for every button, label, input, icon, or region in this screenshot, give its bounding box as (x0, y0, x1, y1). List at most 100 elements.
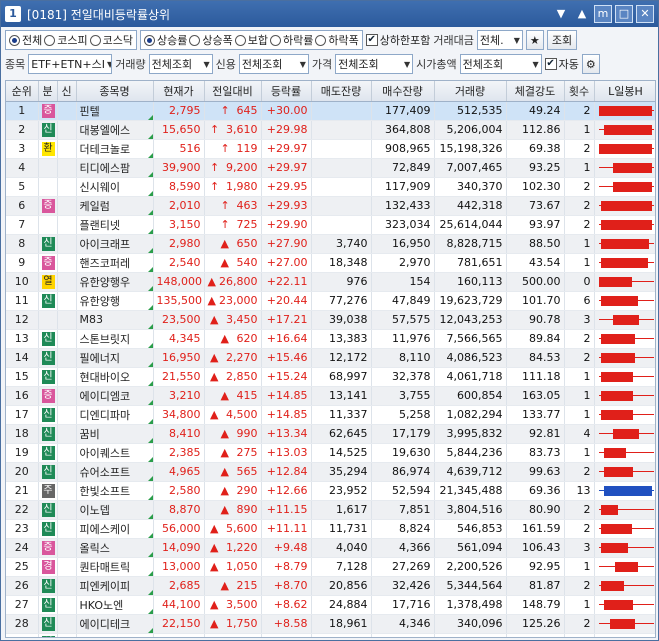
table-row[interactable]: 13 신 스톤브릿지 4,345 ▲ 620 +16.64 13,383 11,976 7,566… (6, 329, 655, 349)
table-row[interactable]: 23 신 피에스케이 56,000 ▲ 5,600 +11.11 11,731 8,824 546… (6, 519, 655, 539)
stock-name[interactable]: 에이디테크 (80, 618, 131, 631)
table-row[interactable]: 16 증 에이디엠코 3,210 ▲ 415 +14.85 13,141 3,755 600,85… (6, 386, 655, 406)
volume-cell: 7,007,465 (434, 158, 507, 178)
stock-name[interactable]: 신시웨이 (80, 181, 120, 194)
column-header[interactable]: 분 (38, 81, 58, 102)
stock-name[interactable]: 한빛소프트 (80, 485, 131, 498)
volume-amount-select[interactable]: 전체. ▼ (476, 30, 523, 50)
daily-candle-cell (594, 253, 655, 273)
stock-name[interactable]: 케일럼 (80, 200, 110, 213)
stock-name[interactable]: 아이크래프 (80, 238, 131, 251)
table-row[interactable]: 18 신 꿈비 8,410 ▲ 990 +13.34 62,645 17,179 3,995,83… (6, 424, 655, 444)
stock-name[interactable]: 퀀타매트릭 (80, 561, 131, 574)
radio-sort-rise-amount[interactable]: 상승폭 (189, 32, 233, 48)
stock-name[interactable]: 대봉엘에스 (80, 124, 131, 137)
maximize-icon[interactable]: □ (615, 5, 633, 23)
table-row[interactable]: 2 신 대봉엘에스 15,650 ↑ 3,610 +29.98 364,808 5,206,00… (6, 120, 655, 140)
column-header[interactable]: 체결강도 (506, 81, 565, 102)
column-header[interactable]: 매도잔량 (311, 81, 372, 102)
query-button[interactable]: 조회 (546, 30, 578, 50)
table-row[interactable]: 7 플랜티넷 3,150 ↑ 725 +29.90 323,034 25,614,044 93.… (6, 215, 655, 235)
column-header[interactable]: 거래량 (434, 81, 507, 102)
stock-name[interactable]: 피엔케이피 (80, 580, 131, 593)
market-cap-select[interactable]: 전체조회 ▼ (459, 54, 542, 74)
table-row[interactable]: 29신JW중외제약29,950▲2,350+8.517,0954,958311,… (6, 633, 655, 638)
stock-name[interactable]: 유한양행우 (80, 276, 131, 289)
trade-volume-select[interactable]: 전체조회 ▼ (148, 54, 213, 74)
column-header[interactable]: L일봉H (594, 81, 655, 102)
stock-name[interactable]: 유한양행 (80, 295, 120, 308)
table-row[interactable]: 25 경 퀀타매트릭 13,000 ▲ 1,050 +8.79 7,128 27,269 2,20… (6, 557, 655, 577)
column-header[interactable]: 종목명 (76, 81, 154, 102)
radio-market-kospi[interactable]: 코스피 (44, 32, 88, 48)
stock-name[interactable]: HKO노엔 (80, 599, 124, 612)
table-row[interactable]: 21 주 한빛소프트 2,580 ▲ 290 +12.66 23,952 52,594 21,34… (6, 481, 655, 501)
table-row[interactable]: 5 신시웨이 8,590 ↑ 1,980 +29.95 117,909 340,370 102.… (6, 177, 655, 197)
table-row[interactable]: 24 증 올릭스 14,090 ▲ 1,220 +9.48 4,040 4,366 561,094… (6, 538, 655, 558)
stock-name[interactable]: 현대바이오 (80, 371, 131, 384)
table-row[interactable]: 6 증 케일럼 2,010 ↑ 463 +29.93 132,433 442,318 73.67 2 (6, 196, 655, 216)
radio-sort-flat[interactable]: 보합 (234, 32, 268, 48)
column-header[interactable]: 현재가 (153, 81, 205, 102)
stock-name[interactable]: 꿈비 (80, 428, 100, 441)
table-row[interactable]: 11 신 유한양행 135,500 ▲ 23,000 +20.44 77,276 47,849 1… (6, 291, 655, 311)
auto-checkbox[interactable]: ✔ 자동 (544, 56, 579, 72)
stock-name[interactable]: 슈어소프트 (80, 466, 131, 479)
column-header[interactable]: 전일대비 (204, 81, 262, 102)
table-row[interactable]: 22 신 이노뎁 8,870 ▲ 890 +11.15 1,617 7,851 3,804,516… (6, 500, 655, 520)
table-row[interactable]: 15 신 현대바이오 21,550 ▲ 2,850 +15.24 68,997 32,378 4,… (6, 367, 655, 387)
column-header[interactable]: 순위 (6, 81, 39, 102)
column-header[interactable]: 신 (57, 81, 77, 102)
table-row[interactable]: 27 신 HKO노엔 44,100 ▲ 3,500 +8.62 24,884 17,716 1,3… (6, 595, 655, 615)
table-row[interactable]: 26 신 피엔케이피 2,685 ▲ 215 +8.70 20,856 32,426 5,344,… (6, 576, 655, 596)
menu-icon[interactable]: m (594, 5, 612, 23)
stock-name[interactable]: 디엔디파마 (80, 409, 131, 422)
scroll-up-icon[interactable]: ▲ (573, 5, 591, 23)
rank-cell: 12 (6, 310, 39, 330)
stock-name[interactable]: 더테크놀로 (80, 143, 131, 156)
column-header[interactable]: 등락률 (261, 81, 312, 102)
price-select[interactable]: 전체조회 ▼ (335, 54, 414, 74)
table-row[interactable]: 10 열 유한양행우 148,000 ▲ 26,800 +22.11 976 154 160,11… (6, 272, 655, 292)
radio-sort-fall-rate[interactable]: 하락률 (270, 32, 313, 48)
limit-include-checkbox[interactable]: ✔ 상하한포함 (365, 32, 430, 48)
credit-select[interactable]: 전체조회 ▼ (238, 54, 309, 74)
stock-name[interactable]: 이노뎁 (80, 504, 110, 517)
close-icon[interactable]: ✕ (636, 5, 654, 23)
table-row[interactable]: 19 신 아이퀘스트 2,385 ▲ 275 +13.03 14,525 19,630 5,844… (6, 443, 655, 463)
table-row[interactable]: 20 신 슈어소프트 4,965 ▲ 565 +12.84 35,294 86,974 4,639… (6, 462, 655, 482)
column-header[interactable]: 횟수 (564, 81, 595, 102)
scroll-down-icon[interactable]: ▼ (552, 5, 570, 23)
bid-remain-cell: 32,426 (371, 576, 435, 596)
table-row[interactable]: 9 증 핸즈코퍼레 2,540 ▲ 540 +27.00 18,348 2,970 781,651… (6, 253, 655, 273)
stock-name[interactable]: 아이퀘스트 (80, 447, 131, 460)
star-icon[interactable]: ★ (525, 30, 544, 50)
settings-gear-icon[interactable]: ⚙ (581, 54, 600, 74)
stock-name[interactable]: 티디에스팜 (80, 162, 131, 175)
column-header[interactable]: 매수잔량 (371, 81, 435, 102)
radio-sort-fall-amount[interactable]: 하락폭 (315, 32, 359, 48)
item-select[interactable]: ETF+ETN+스I▼ (28, 54, 113, 74)
table-row[interactable]: 8 신 아이크래프 2,980 ▲ 650 +27.90 3,740 16,950 8,828,7… (6, 234, 655, 254)
table-row[interactable]: 4 티디에스팜 39,900 ↑ 9,200 +29.97 72,849 7,007,465 9… (6, 158, 655, 178)
radio-market-kosdaq[interactable]: 코스닥 (89, 32, 133, 48)
stock-name[interactable]: 에이디엠코 (80, 390, 131, 403)
table-row[interactable]: 3 환 더테크놀로 516 ↑ 119 +29.97 908,965 15,198,326 69.… (6, 139, 655, 159)
stock-name[interactable]: 플랜티넷 (80, 219, 120, 232)
stock-name[interactable]: 피에스케이 (80, 523, 131, 536)
stock-name[interactable]: M83 (80, 313, 104, 326)
stock-name[interactable]: JW중외제약 (80, 637, 135, 638)
stock-name[interactable]: 핸즈코퍼레 (80, 257, 131, 270)
stock-name[interactable]: 올릭스 (80, 542, 110, 555)
table-row[interactable]: 28 신 에이디테크 22,150 ▲ 1,750 +8.58 18,961 4,346 340,… (6, 614, 655, 634)
radio-market-all[interactable]: 전체 (9, 32, 42, 48)
table-row[interactable]: 1 증 핀텔 2,795 ↑ 645 +30.00 177,409 512,535 49.24 2 (6, 101, 655, 121)
change-cell: ▲ 26,800 (204, 272, 262, 292)
table-row[interactable]: 17 신 디엔디파마 34,800 ▲ 4,500 +14.85 11,337 5,258 1,0… (6, 405, 655, 425)
stock-name[interactable]: 스톤브릿지 (80, 333, 131, 346)
radio-sort-rise-rate[interactable]: 상승률 (144, 32, 187, 48)
stock-name[interactable]: 필에너지 (80, 352, 120, 365)
table-row[interactable]: 14 신 필에너지 16,950 ▲ 2,270 +15.46 12,172 8,110 4,08… (6, 348, 655, 368)
table-row[interactable]: 12 M83 23,500 ▲ 3,450 +17.21 39,038 57,575 12,04… (6, 310, 655, 330)
stock-name[interactable]: 핀텔 (80, 105, 100, 118)
